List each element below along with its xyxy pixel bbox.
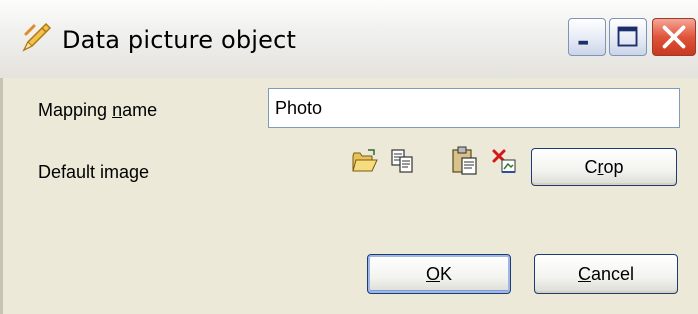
default-image-label: Default image [38, 162, 150, 182]
maximize-button[interactable] [609, 18, 647, 56]
dialog-window: Data picture object Mapping name Default… [0, 0, 698, 314]
dialog-body: Mapping name Default image Crop [0, 78, 698, 314]
paste-icon[interactable] [451, 146, 479, 176]
mapping-name-input[interactable] [268, 88, 680, 128]
maximize-icon [617, 26, 638, 47]
open-folder-icon[interactable] [352, 148, 378, 174]
cancel-button[interactable]: Cancel [534, 254, 678, 294]
minimize-icon [578, 40, 588, 45]
window-title: Data picture object [62, 26, 297, 54]
pencil-icon [22, 22, 52, 52]
close-icon [662, 25, 686, 49]
close-button[interactable] [652, 18, 696, 56]
mapping-name-label: Mapping name [38, 100, 158, 120]
title-bar[interactable]: Data picture object [0, 0, 698, 78]
minimize-button[interactable] [568, 18, 606, 56]
ok-button[interactable]: OK [367, 254, 511, 294]
crop-button[interactable]: Crop [531, 148, 677, 186]
copy-icon[interactable] [390, 148, 416, 174]
delete-icon[interactable] [491, 148, 517, 174]
